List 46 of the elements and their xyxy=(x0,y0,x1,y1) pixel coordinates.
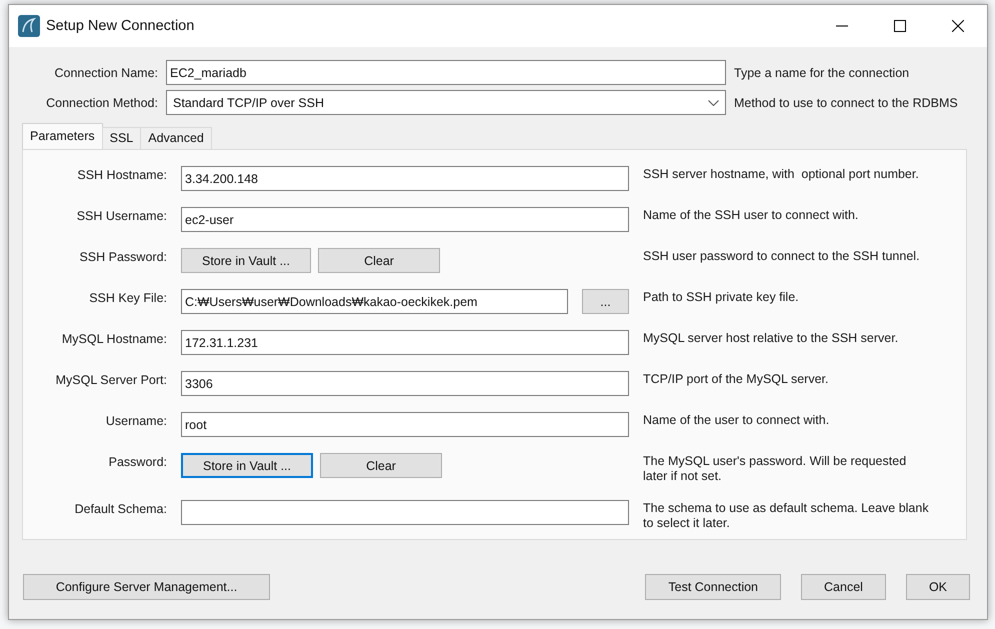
hint-text: The schema to use as default schema. Leave blank to select it later. xyxy=(643,500,930,531)
window-title: Setup New Connection xyxy=(46,18,194,34)
field-label: SSH Key File: xyxy=(88,290,167,307)
tab[interactable]: Parameters xyxy=(22,123,103,149)
field-label: SSH Password: xyxy=(78,249,167,266)
hint-text: Name of the user to connect with. xyxy=(643,412,830,429)
hint-text: SSH user password to connect to the SSH tunnel. xyxy=(643,248,921,265)
hint-text: MySQL server host relative to the SSH server. xyxy=(643,330,900,347)
dolphin-icon xyxy=(18,15,40,37)
password-button[interactable]: Store in Vault ... xyxy=(181,453,314,478)
dialog-button[interactable]: Cancel xyxy=(801,574,886,600)
configure-button[interactable]: Configure Server Management... xyxy=(23,574,270,600)
browse-button[interactable]: ... xyxy=(582,289,629,314)
hint-text: TCP/IP port of the MySQL server. xyxy=(643,371,830,388)
field-label: Username: xyxy=(104,413,167,430)
hint-text: Path to SSH private key file. xyxy=(643,289,800,306)
hint-text: SSH server hostname, with optional port number. xyxy=(643,166,920,183)
field-label: Connection Name: xyxy=(53,66,158,80)
field-label: Connection Method: xyxy=(45,96,158,110)
input-field[interactable]: 3306 xyxy=(181,371,629,396)
field-label: MySQL Server Port: xyxy=(54,372,167,389)
field-label: MySQL Hostname: xyxy=(60,331,167,348)
field-label: Default Schema: xyxy=(74,501,167,518)
field-label: SSH Username: xyxy=(76,208,167,225)
tab[interactable]: Advanced xyxy=(140,127,212,149)
chevron-down-icon xyxy=(708,100,719,106)
input-field[interactable]: C:₩Users₩user₩Downloads₩kakao-oeckikek.pem xyxy=(181,289,568,314)
field-label: Password: xyxy=(108,454,167,471)
field-label: SSH Hostname: xyxy=(76,167,167,184)
input-field[interactable] xyxy=(181,500,629,525)
hint-text: Method to use to connect to the RDBMS xyxy=(734,96,959,110)
hint-text: Name of the SSH user to connect with. xyxy=(643,207,860,224)
connection-method-dropdown[interactable]: Standard TCP/IP over SSH xyxy=(166,90,726,115)
dialog-button[interactable]: OK xyxy=(906,574,970,600)
input-field[interactable]: EC2_mariadb xyxy=(166,60,726,85)
dialog-button[interactable]: Test Connection xyxy=(645,574,782,600)
password-button[interactable]: Clear xyxy=(320,453,442,478)
hint-text: Type a name for the connection xyxy=(734,66,910,80)
password-button[interactable]: Clear xyxy=(318,248,440,273)
input-field[interactable]: 172.31.1.231 xyxy=(181,330,629,355)
tab[interactable]: SSL xyxy=(102,127,142,149)
input-field[interactable]: ec2-user xyxy=(181,207,629,232)
hint-text: The MySQL user's password. Will be requested later if not set. xyxy=(643,453,908,484)
password-button[interactable]: Store in Vault ... xyxy=(181,248,312,273)
input-field[interactable]: 3.34.200.148 xyxy=(181,166,629,191)
input-field[interactable]: root xyxy=(181,412,629,437)
